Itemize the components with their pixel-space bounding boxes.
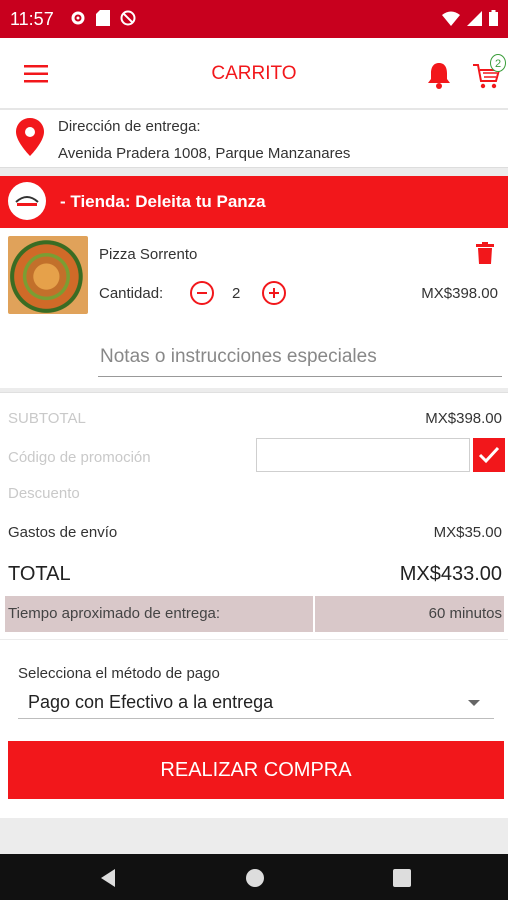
store-logo xyxy=(8,182,46,220)
quantity-value: 2 xyxy=(232,285,241,302)
store-name: - Tienda: Deleita tu Panza xyxy=(60,192,266,211)
decrease-quantity-button[interactable] xyxy=(190,281,214,305)
app-bar: CARRITO 2 xyxy=(0,38,508,110)
bell-icon[interactable] xyxy=(426,61,452,89)
cart-item: Pizza Sorrento Cantidad: 2 MX$398.00 xyxy=(0,228,508,388)
shipping-label: Gastos de envío xyxy=(8,524,118,541)
apply-promo-button[interactable] xyxy=(473,438,505,472)
item-image xyxy=(8,236,88,314)
address-label: Dirección de entrega: xyxy=(58,118,201,135)
quantity-label: Cantidad: xyxy=(99,285,164,302)
status-bar: 11:57 xyxy=(0,0,508,38)
payment-method-select[interactable]: Pago con Efectivo a la entrega xyxy=(18,688,494,719)
battery-icon xyxy=(489,10,498,26)
payment-method-value: Pago con Efectivo a la entrega xyxy=(28,692,274,712)
increase-quantity-button[interactable] xyxy=(262,281,286,305)
discount-label: Descuento xyxy=(8,485,80,502)
dropdown-arrow-icon xyxy=(468,700,480,706)
back-icon[interactable] xyxy=(99,868,117,888)
delivery-time-value: 60 minutos xyxy=(428,605,502,622)
subtotal-label: SUBTOTAL xyxy=(8,410,86,427)
total-value: MX$433.00 xyxy=(399,563,502,585)
address-value: Avenida Pradera 1008, Parque Manzanares xyxy=(58,145,351,162)
store-header: - Tienda: Deleita tu Panza xyxy=(0,176,508,228)
promo-code-input[interactable] xyxy=(256,438,470,472)
sd-card-icon xyxy=(96,10,110,26)
signal-icon xyxy=(467,10,482,26)
subtotal-value: MX$398.00 xyxy=(425,410,502,427)
cart-count-badge: 2 xyxy=(490,54,506,72)
do-not-disturb-icon xyxy=(120,10,136,26)
minus-icon xyxy=(197,292,207,294)
divider xyxy=(313,596,315,632)
place-order-button[interactable]: REALIZAR COMPRA xyxy=(8,741,504,799)
system-nav-bar xyxy=(0,854,508,900)
status-time: 11:57 xyxy=(10,9,54,29)
total-label: TOTAL xyxy=(8,563,71,585)
special-instructions-input[interactable] xyxy=(98,338,502,377)
location-pin-icon xyxy=(16,118,44,156)
payment-method-label: Selecciona el método de pago xyxy=(18,665,220,682)
plus-icon xyxy=(269,288,279,298)
payment-section: Selecciona el método de pago Pago con Ef… xyxy=(0,640,508,818)
shipping-value: MX$35.00 xyxy=(433,524,502,541)
cart-button[interactable]: 2 xyxy=(472,54,506,90)
item-price: MX$398.00 xyxy=(421,285,498,302)
recents-icon[interactable] xyxy=(393,869,411,887)
delivery-address[interactable]: Dirección de entrega: Avenida Pradera 10… xyxy=(0,110,508,168)
home-icon[interactable] xyxy=(245,868,265,888)
delivery-time-label: Tiempo aproximado de entrega: xyxy=(8,605,221,622)
wifi-icon xyxy=(442,11,460,26)
check-icon xyxy=(478,446,500,464)
promo-label: Código de promoción xyxy=(8,449,151,466)
trash-icon[interactable] xyxy=(476,242,494,264)
delivery-time-row: Tiempo aproximado de entrega: 60 minutos xyxy=(5,596,504,632)
item-name: Pizza Sorrento xyxy=(99,246,198,263)
settings-icon xyxy=(71,11,85,25)
